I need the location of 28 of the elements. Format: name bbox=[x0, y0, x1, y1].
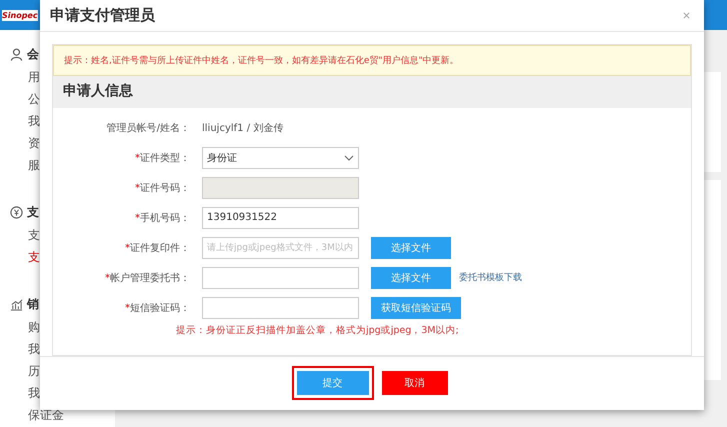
hint-text: 提示：身份证正反扫描件加盖公章，格式为jpg或jpeg，3M以内; bbox=[175, 324, 460, 337]
logo: Sinopec bbox=[2, 10, 38, 20]
select-field[interactable]: 身份证 bbox=[202, 146, 359, 169]
input-field[interactable] bbox=[202, 266, 359, 289]
notice-banner: 提示：姓名,证件号需与所上传证件中姓名，证件号一致，如有差异请在石化e贸"用户信息"中更新。 bbox=[53, 44, 691, 76]
field-label: *帐户管理委托书： bbox=[104, 272, 191, 285]
sidebar-section[interactable]: 会 bbox=[27, 43, 39, 65]
field-value: lliujcylf1 / 刘金传 bbox=[202, 122, 284, 135]
chart-icon bbox=[10, 298, 23, 310]
input-field[interactable] bbox=[202, 296, 359, 319]
cancel-button[interactable]: 取消 bbox=[382, 371, 448, 396]
template-download-link[interactable]: 委托书模板下载 bbox=[459, 271, 522, 284]
field-label: *证件复印件： bbox=[124, 242, 191, 255]
chevron-down-icon bbox=[344, 154, 354, 161]
sidebar-section[interactable]: 销 bbox=[27, 293, 39, 315]
field-label: *证件类型： bbox=[134, 152, 191, 165]
field-label: *手机号码： bbox=[134, 212, 191, 225]
sidebar-section[interactable]: 支 bbox=[27, 201, 39, 223]
yen-circle-icon bbox=[10, 206, 23, 218]
field-label: *短信验证码： bbox=[124, 302, 191, 315]
field-label: *证件号码： bbox=[134, 182, 191, 195]
user-icon bbox=[10, 48, 23, 60]
input-field[interactable]: 请上传jpg或jpeg格式文件，3M以内 bbox=[202, 236, 359, 259]
section-header: 申请人信息 bbox=[53, 76, 691, 108]
close-icon[interactable] bbox=[683, 12, 690, 19]
field-label: 管理员帐号/姓名： bbox=[106, 122, 191, 135]
input-field[interactable]: 13910931522 bbox=[202, 206, 359, 229]
dialog-title: 申请支付管理员 bbox=[50, 6, 155, 25]
